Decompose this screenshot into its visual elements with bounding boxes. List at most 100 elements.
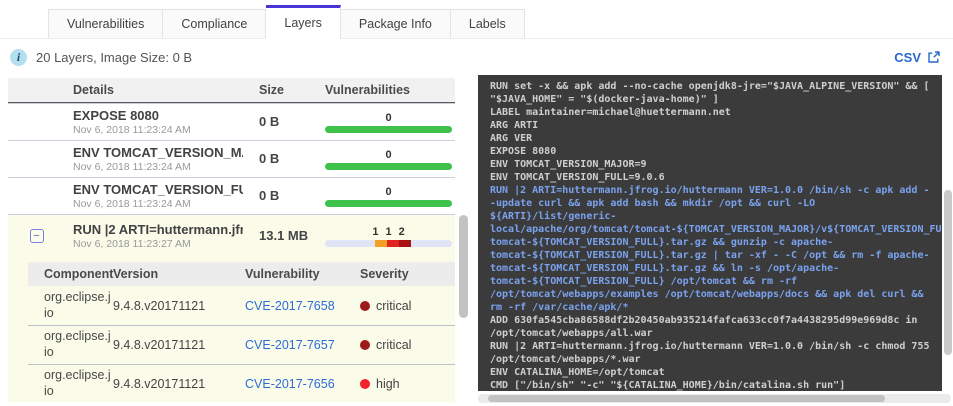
dockerfile-line: /opt/tomcat/webapps/all.war (490, 328, 653, 339)
count-critical: 2 (398, 225, 405, 238)
size-column-header: Size (259, 83, 285, 97)
cve-table-row[interactable]: org.eclipse.j io 9.4.8.v20171121 CVE-201… (28, 364, 455, 403)
severity-segment (387, 239, 399, 247)
dockerfile-line: ARG ARTI (490, 120, 539, 131)
layers-summary: 20 Layers, Image Size: 0 B (36, 49, 193, 65)
vulnerability-bar (325, 199, 452, 207)
cve-table: Component Version Vulnerability Severity… (28, 262, 455, 403)
severity-segment (398, 239, 412, 247)
table-row[interactable]: EXPOSE 8080 Nov 6, 2018 11:23:24 AM 0 B … (8, 103, 455, 140)
dockerfile-line: rm -rf /var/cache/apk/* (490, 302, 629, 313)
left-panel-scrollbar-thumb[interactable] (459, 215, 468, 318)
dockerfile-line: tomcat-${TOMCAT_VERSION_FULL}.tar.gz && … (490, 263, 840, 274)
left-panel-scrollbar[interactable] (459, 80, 468, 400)
vulnerability-bar (325, 125, 452, 133)
layer-date: Nov 6, 2018 11:23:24 AM (73, 124, 191, 136)
dockerfile-line: tomcat-${TOMCAT_VERSION_FULL} /opt/tomca… (490, 276, 798, 287)
severity-label: critical (376, 338, 412, 352)
layer-size: 0 B (259, 188, 280, 203)
component-version: 9.4.8.v20171121 (113, 298, 206, 313)
dockerfile-line: ARG VER (490, 133, 533, 144)
dockerfile-line: ADD 630fa545cba86588df2b20450ab935214faf… (490, 315, 918, 326)
count-high: 1 (385, 225, 392, 238)
vulnerability-count: 0 (385, 148, 392, 161)
dockerfile-line: ENV TOMCAT_VERSION_MAJOR=9 (490, 159, 647, 170)
vulnerability-counts: 1 1 2 (325, 226, 452, 238)
csv-export-button[interactable]: CSV (894, 50, 941, 65)
vulnerability-bar (325, 239, 452, 247)
component-column-header: Component (44, 267, 114, 281)
tab-package-info[interactable]: Package Info (340, 9, 451, 39)
layer-command: EXPOSE 8080 (73, 108, 159, 123)
severity-dot (360, 340, 370, 350)
dockerfile-line: -update curl && apk add bash && mkdir /o… (490, 198, 816, 209)
layer-date: Nov 6, 2018 11:23:27 AM (73, 238, 191, 250)
cve-link[interactable]: CVE-2017-7657 (245, 338, 335, 352)
tabbar-divider (0, 38, 953, 39)
info-icon: i (10, 48, 27, 66)
dockerfile-line: ${ARTI}/list/generic- (490, 211, 617, 222)
component-version: 9.4.8.v20171121 (113, 377, 206, 391)
expanded-layer-section: − RUN |2 ARTI=huttermann.jfrog.i... Nov … (8, 214, 455, 402)
tab-labels[interactable]: Labels (450, 9, 525, 39)
dockerfile-line: /opt/tomcat/webapps/*.war (490, 354, 641, 365)
table-row-expanded[interactable]: − RUN |2 ARTI=huttermann.jfrog.i... Nov … (8, 215, 455, 257)
version-column-header: Version (113, 267, 159, 281)
tab-vulnerabilities[interactable]: Vulnerabilities (48, 9, 164, 39)
cve-table-row[interactable]: org.eclipse.j io 9.4.8.v20171121 CVE-201… (28, 286, 455, 325)
severity-label: critical (376, 298, 412, 313)
component-name: org.eclipse.j io (44, 329, 111, 359)
dockerfile-line: RUN |2 ARTI=huttermann.jfrog.io/hutterma… (490, 341, 930, 352)
severity-column-header: Severity (360, 267, 409, 281)
severity-segment (374, 239, 388, 247)
layer-size: 0 B (259, 151, 280, 166)
layer-command: RUN |2 ARTI=huttermann.jfrog.i... (73, 222, 243, 237)
tab-layers[interactable]: Layers (266, 5, 341, 39)
tab-bar: Vulnerabilities Compliance Layers Packag… (48, 5, 525, 39)
cve-table-header: Component Version Vulnerability Severity (28, 262, 455, 286)
cve-table-row[interactable]: org.eclipse.j io 9.4.8.v20171121 CVE-201… (28, 325, 455, 364)
layers-table-header: Details Size Vulnerabilities (8, 78, 455, 103)
dockerfile-line: RUN set -x && apk add --no-cache openjdk… (490, 81, 930, 92)
vulnerability-column-header: Vulnerability (245, 267, 320, 281)
code-panel-scrollbar-thumb[interactable] (944, 190, 952, 355)
dockerfile-line: "$JAVA_HOME" = "$(docker-java-home)" ] (490, 94, 719, 105)
summary-row: i 20 Layers, Image Size: 0 B CSV (10, 45, 941, 69)
csv-label[interactable]: CSV (894, 50, 921, 65)
severity-dot (360, 300, 370, 311)
dockerfile-line: LABEL maintainer=michael@huettermann.net (490, 107, 731, 118)
vulnerability-count: 0 (385, 111, 392, 124)
export-icon[interactable] (927, 50, 941, 64)
layer-command: ENV TOMCAT_VERSION_FULL... (73, 182, 243, 197)
cve-link[interactable]: CVE-2017-7658 (245, 299, 335, 313)
details-column-header: Details (73, 83, 114, 97)
component-name: org.eclipse.j io (44, 368, 111, 398)
vulnerability-count: 0 (385, 185, 392, 198)
dockerfile-panel[interactable]: RUN set -x && apk add --no-cache openjdk… (478, 75, 942, 391)
layers-table: Details Size Vulnerabilities EXPOSE 8080… (8, 78, 455, 214)
severity-label: high (376, 377, 400, 391)
code-panel-hscrollbar[interactable] (478, 394, 951, 403)
severity-dot (360, 379, 370, 389)
dockerfile-line: ENV CATALINA_HOME=/opt/tomcat (490, 367, 665, 378)
table-row[interactable]: ENV TOMCAT_VERSION_MAJ... Nov 6, 2018 11… (8, 140, 455, 177)
collapse-button[interactable]: − (29, 229, 44, 243)
dockerfile-line: RUN |2 ARTI=huttermann.jfrog.io/hutterma… (490, 185, 930, 196)
dockerfile-line: local/apache/org/tomcat/tomcat-${TOMCAT_… (490, 224, 942, 235)
code-panel-hscrollbar-thumb[interactable] (488, 395, 885, 402)
dockerfile-line: tomcat-${TOMCAT_VERSION_FULL}.tar.gz | t… (490, 250, 930, 261)
layers-view: Vulnerabilities Compliance Layers Packag… (0, 0, 953, 406)
vulnerability-bar (325, 162, 452, 170)
layer-size: 13.1 MB (259, 228, 309, 243)
cve-link[interactable]: CVE-2017-7656 (245, 377, 335, 391)
dockerfile-line: ENV TOMCAT_VERSION_FULL=9.0.6 (490, 172, 665, 183)
table-row[interactable]: ENV TOMCAT_VERSION_FULL... Nov 6, 2018 1… (8, 177, 455, 214)
vulnerabilities-column-header: Vulnerabilities (325, 83, 410, 97)
layer-date: Nov 6, 2018 11:23:24 AM (73, 161, 191, 173)
layer-size: 0 B (259, 114, 280, 129)
component-name: org.eclipse.j io (44, 289, 111, 320)
component-version: 9.4.8.v20171121 (113, 338, 206, 352)
tab-compliance[interactable]: Compliance (163, 9, 267, 39)
dockerfile-line: /opt/tomcat/webapps/examples /opt/tomcat… (490, 289, 924, 300)
code-panel-scrollbar[interactable] (944, 75, 952, 391)
